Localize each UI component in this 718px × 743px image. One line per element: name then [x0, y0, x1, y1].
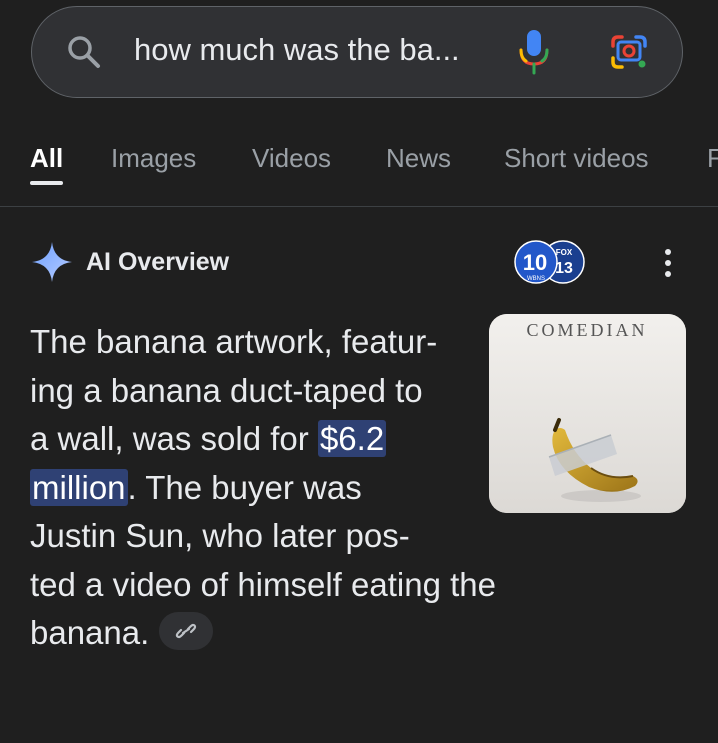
overview-line: ted a video of himself eating the — [30, 565, 496, 603]
link-icon — [176, 624, 197, 639]
search-icon[interactable] — [66, 34, 102, 70]
search-input[interactable]: how much was the ba... — [134, 30, 460, 70]
source-logo-13: 13 — [555, 260, 573, 277]
overview-line: ing a banana duct-taped to — [30, 371, 423, 409]
tab-more-partial[interactable]: F — [707, 138, 718, 178]
search-results-page: how much was the ba... All Images Videos… — [0, 0, 718, 743]
tab-short-videos[interactable]: Short videos — [504, 138, 649, 178]
banana-artwork-image: COMEDIAN — [489, 314, 686, 513]
tab-news[interactable]: News — [386, 138, 451, 178]
more-vert-icon[interactable] — [656, 246, 680, 280]
tab-images[interactable]: Images — [111, 138, 196, 178]
banana-artwork-thumbnail[interactable]: COMEDIAN — [489, 314, 686, 513]
overview-line: million. The buyer was — [30, 464, 550, 513]
overview-text-fragment: banana. — [30, 614, 150, 651]
active-tab-indicator — [30, 181, 63, 185]
overview-line: Justin Sun, who later pos- — [30, 517, 410, 554]
search-tabs: All Images Videos News Short videos F — [0, 138, 718, 188]
ai-overview-text: The banana artwork, featur- ing a banana… — [30, 318, 550, 658]
price-highlight: million — [30, 468, 128, 506]
thumbnail-caption: COMEDIAN — [527, 320, 648, 340]
ai-overview-title: AI Overview — [86, 248, 230, 276]
tab-videos[interactable]: Videos — [252, 138, 331, 178]
source-logo-small-text: WBNS — [527, 276, 545, 282]
google-lens-icon[interactable] — [609, 33, 649, 71]
source-logo[interactable]: 10 WBNS FOX 13 — [512, 240, 586, 284]
divider — [0, 206, 718, 207]
tab-all[interactable]: All — [30, 138, 63, 178]
source-logo-number: 10 — [523, 250, 547, 275]
ai-sparkle-icon — [32, 242, 72, 282]
source-link-button[interactable] — [159, 612, 214, 651]
overview-line: a wall, was sold for $6.2 — [30, 415, 550, 464]
mic-icon[interactable] — [518, 29, 550, 75]
price-highlight: $6.2 — [317, 420, 387, 457]
overview-line: The banana artwork, featur- — [30, 323, 438, 360]
overview-line: banana. — [30, 609, 550, 658]
source-logo-fox: FOX — [556, 248, 573, 257]
overview-text-fragment: . The buyer was — [127, 468, 362, 506]
overview-text-fragment: a wall, was sold for — [30, 420, 318, 457]
